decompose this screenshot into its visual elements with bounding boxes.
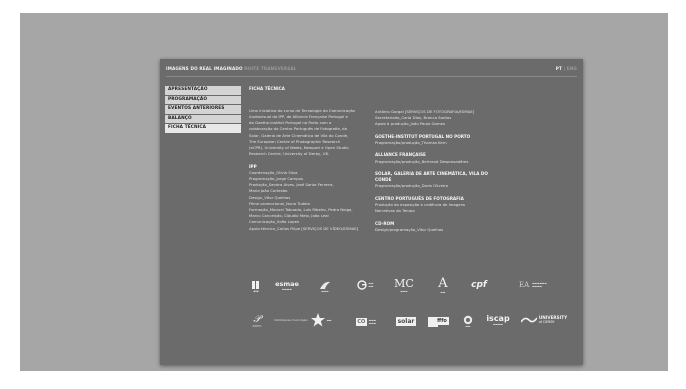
content-panel: IMAGENS DO REAL IMAGINADO NOITE TRANSVER…: [160, 59, 583, 365]
credit-line: Apoio técnico_Carlos Filipe [SERVIÇOS DE…: [249, 225, 359, 231]
porto-logo[interactable]: 𝒫 PORTO: [246, 311, 268, 331]
nav-item-programacao[interactable]: PROGRAMAÇÃO: [165, 95, 241, 105]
header-divider: [166, 76, 577, 77]
language-switch: PT | ENG: [555, 66, 577, 71]
sidebar-nav: APRESENTAÇÃO PROGRAMAÇÃO EVENTOS ANTERIO…: [165, 86, 241, 134]
fffo-logo[interactable]: fffo: [430, 313, 454, 329]
content-column-right: António Gorgal [SERVIÇOS DE FOTOGRAFIA/E…: [375, 109, 495, 233]
university-of-derby-logo[interactable]: UNIVERSITY of DERBY: [518, 311, 570, 329]
alliance-francaise-logo[interactable]: ▬▬▬: [314, 275, 336, 297]
lang-eng-link[interactable]: ENG: [567, 66, 577, 71]
esmae-logo[interactable]: esmae ▬▬▬▬: [270, 275, 304, 295]
cpf-logo[interactable]: cpf: [466, 275, 492, 295]
page-backdrop: IMAGENS DO REAL IMAGINADO NOITE TRANSVER…: [20, 13, 668, 371]
nav-item-balanco[interactable]: BALANÇO: [165, 114, 241, 124]
nav-item-apresentacao[interactable]: APRESENTAÇÃO: [165, 86, 241, 95]
intro-text: Uma iniciativa do curso de Tecnologia da…: [249, 108, 375, 158]
ea-logo[interactable]: EA ▬▬▬▬▬▬ ▬▬▬▬: [504, 277, 562, 293]
header-bar: IMAGENS DO REAL IMAGINADO NOITE TRANSVER…: [166, 64, 577, 74]
iscap-logo[interactable]: iscap ▬▬▬▬: [484, 309, 512, 331]
content-column-left: FICHA TÉCNICA Uma iniciativa do curso de…: [249, 86, 375, 232]
goethe-institut-logo[interactable]: ▬▬ ▬▬: [348, 277, 382, 293]
ipp-logo[interactable]: ▪▪▪: [248, 277, 264, 295]
section-heading-solar: SOLAR, GALERIA DE ARTE CINEMÁTICA, VILA …: [375, 170, 488, 183]
bibliotecas-municipais-logo[interactable]: bibliotecas municipais ▬▬: [272, 309, 334, 331]
solar-logo[interactable]: solar: [390, 315, 422, 328]
circular-seal-logo[interactable]: ▬▬: [460, 311, 476, 331]
academy-a-logo[interactable]: A ▬▬: [432, 273, 454, 297]
nav-item-ficha-tecnica[interactable]: FICHA TÉCNICA: [165, 124, 241, 133]
lang-pt-link[interactable]: PT: [556, 66, 562, 71]
co-logo[interactable]: CO ▬▬▬ ▬▬▬: [348, 315, 384, 329]
credit-line: Design/programação_Vítor Quelhas: [375, 226, 444, 232]
site-subtitle: NOITE TRANSVERSAL: [244, 66, 297, 71]
ipp-credits: Coordenação_Olívia Silva Programação_Jor…: [249, 170, 375, 232]
mc-logo[interactable]: MC ▬▬▬: [390, 273, 418, 297]
site-title[interactable]: IMAGENS DO REAL IMAGINADO: [166, 66, 243, 71]
nav-item-eventos-anteriores[interactable]: EVENTOS ANTERIORES: [165, 105, 241, 114]
